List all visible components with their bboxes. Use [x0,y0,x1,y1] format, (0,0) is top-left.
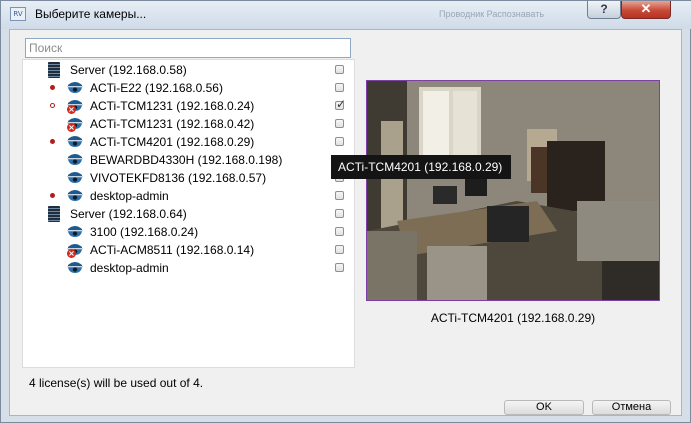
error-icon: × [67,105,76,114]
camera-checkbox[interactable] [335,263,344,272]
tree-server-row[interactable]: Server (192.168.0.58) [23,61,354,79]
camera-checkbox[interactable] [335,245,344,254]
tree-item-label: ACTi-TCM4201 (192.168.0.29) [90,135,255,149]
tree-server-row[interactable]: Server (192.168.0.64) [23,205,354,223]
camera-icon [67,171,83,185]
camera-checkbox[interactable]: ✓ [335,97,347,111]
camera-icon: × [67,99,83,114]
camera-checkbox[interactable] [335,137,344,146]
close-icon: ✕ [640,1,652,16]
tree-camera-row[interactable]: desktop-admin [23,259,354,277]
preview-caption: ACTi-TCM4201 (192.168.0.29) [430,311,596,325]
camera-icon: × [67,243,83,258]
tree-item-label: ACTi-TCM1231 (192.168.0.24) [90,99,255,113]
camera-checkbox[interactable] [335,83,344,92]
tree-camera-row[interactable]: ACTi-TCM4201 (192.168.0.29) [23,133,354,151]
ok-button[interactable]: OK [504,400,584,415]
tree-item-label: ACTi-ACM8511 (192.168.0.14) [90,243,255,257]
tree-item-label: desktop-admin [90,261,169,275]
cancel-button[interactable]: Отмена [592,400,671,415]
tree-item-label: VIVOTEKFD8136 (192.168.0.57) [90,171,267,185]
camera-tree[interactable]: Server (192.168.0.58) ACTi-E22 (192.168.0… [22,59,355,368]
tree-item-label: Server (192.168.0.58) [70,63,187,77]
status-dot [50,139,55,144]
dialog-window: RV Выберите камеры... Проводник Распозна… [0,0,691,423]
tree-camera-row[interactable]: desktop-admin [23,187,354,205]
tree-item-label: ACTi-TCM1231 (192.168.0.42) [90,117,255,131]
camera-icon: × [67,117,83,132]
title-bar[interactable]: RV Выберите камеры... Проводник Распозна… [1,1,691,29]
tree-item-label: 3100 (192.168.0.24) [90,225,199,239]
tree-camera-row[interactable]: 3100 (192.168.0.24) [23,223,354,241]
camera-checkbox[interactable] [335,191,344,200]
tree-camera-row[interactable]: VIVOTEKFD8136 (192.168.0.57) [23,169,354,187]
tree-camera-row[interactable]: × ACTi-TCM1231 (192.168.0.24) ✓ [23,97,354,115]
camera-icon [67,261,83,275]
help-icon: ? [600,2,608,16]
camera-checkbox[interactable] [335,65,344,74]
camera-icon [67,225,83,239]
camera-checkbox[interactable] [335,227,344,236]
camera-checkbox[interactable] [335,209,344,218]
error-icon: × [67,123,76,132]
app-icon: RV [10,7,26,21]
background-window-title: Проводник Распознавать [439,9,545,19]
status-dot [50,193,55,198]
window-title: Выберите камеры... [35,7,147,21]
tree-item-label: desktop-admin [90,189,169,203]
camera-icon [67,153,83,167]
checkmark-icon: ✓ [336,97,347,111]
preview-image [367,81,659,300]
error-icon: × [67,249,76,258]
tree-camera-row[interactable]: ACTi-E22 (192.168.0.56) [23,79,354,97]
status-dot [50,103,55,108]
tree-item-label: Server (192.168.0.64) [70,207,187,221]
tree-camera-row[interactable]: × ACTi-ACM8511 (192.168.0.14) [23,241,354,259]
status-dot [50,85,55,90]
license-info: 4 license(s) will be used out of 4. [29,376,204,390]
camera-icon [67,189,83,203]
tree-camera-row[interactable]: BEWARDBD4330H (192.168.0.198) [23,151,354,169]
search-input[interactable] [25,38,351,58]
camera-preview [366,80,660,301]
camera-icon [67,81,83,95]
server-icon [48,62,60,78]
help-button[interactable]: ? [587,1,621,19]
tree-item-label: ACTi-E22 (192.168.0.56) [90,81,223,95]
tree-item-label: BEWARDBD4330H (192.168.0.198) [90,153,283,167]
camera-checkbox[interactable] [335,119,344,128]
close-button[interactable]: ✕ [621,1,671,19]
camera-icon [67,135,83,149]
camera-tooltip: ACTi-TCM4201 (192.168.0.29) [331,155,511,179]
server-icon [48,206,60,222]
tree-camera-row[interactable]: × ACTi-TCM1231 (192.168.0.42) [23,115,354,133]
